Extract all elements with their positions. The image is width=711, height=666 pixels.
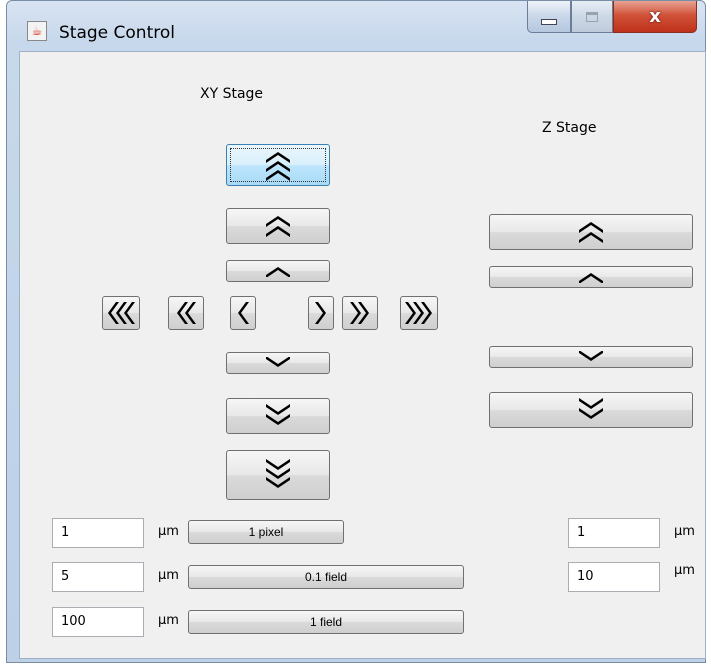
triple-chevron-down-icon [266,459,290,488]
xy-right-medium-button[interactable] [342,296,378,330]
xy-step-1-input[interactable]: 1 [52,518,144,548]
content-panel: XY Stage Z Stage 1 µm 1 pixel 5 µm 0.1 f… [19,51,706,659]
z-step-2-unit: µm [674,563,695,578]
maximize-icon [586,11,598,22]
close-icon: x [649,6,661,27]
xy-left-medium-button[interactable] [168,296,204,330]
z-step-2-input[interactable]: 10 [568,562,660,592]
z-up-small-button[interactable] [489,266,693,288]
chevron-down-icon [266,357,290,367]
xy-step-2-input[interactable]: 5 [52,562,144,592]
one-pixel-button[interactable]: 1 pixel [188,520,344,544]
z-step-1-unit: µm [674,524,695,539]
xy-down-medium-button[interactable] [226,398,330,434]
double-chevron-up-icon [266,216,290,237]
chevron-left-icon [238,302,249,324]
minimize-icon [541,18,557,25]
triple-chevron-right-icon [405,302,432,324]
xy-up-medium-button[interactable] [226,208,330,244]
z-stage-title: Z Stage [542,120,597,136]
java-icon: ☕ [27,21,47,41]
z-step-1-input[interactable]: 1 [568,518,660,548]
xy-right-large-button[interactable] [400,296,438,330]
xy-right-small-button[interactable] [308,296,334,330]
xy-up-small-button[interactable] [226,260,330,282]
z-down-large-button[interactable] [489,392,693,428]
double-chevron-left-icon [177,302,196,324]
maximize-button[interactable] [571,1,613,33]
close-button[interactable]: x [613,1,697,33]
xy-down-large-button[interactable] [226,450,330,500]
xy-step-3-input[interactable]: 100 [52,607,144,637]
xy-step-3-unit: µm [158,613,179,628]
window-title: Stage Control [59,23,175,43]
xy-left-large-button[interactable] [102,296,140,330]
title-bar[interactable]: ☕ Stage Control x [7,1,705,51]
double-chevron-down-icon [579,398,603,419]
xy-left-small-button[interactable] [230,296,256,330]
z-up-large-button[interactable] [489,214,693,250]
xy-step-1-unit: µm [158,524,179,539]
stage-control-window: ☕ Stage Control x XY Stage Z Stage 1 µm … [6,0,706,663]
chevron-up-icon [266,267,290,277]
one-field-button[interactable]: 1 field [188,610,464,634]
double-chevron-right-icon [350,302,369,324]
tenth-field-button[interactable]: 0.1 field [188,565,464,589]
chevron-right-icon [315,302,326,324]
chevron-down-icon [579,351,603,361]
xy-down-small-button[interactable] [226,352,330,374]
triple-chevron-left-icon [108,302,135,324]
triple-chevron-up-icon [266,152,290,181]
minimize-button[interactable] [527,1,571,33]
chevron-up-icon [579,273,603,283]
xy-step-2-unit: µm [158,568,179,583]
xy-up-large-button[interactable] [226,144,330,186]
xy-stage-title: XY Stage [200,86,264,102]
z-down-small-button[interactable] [489,346,693,368]
double-chevron-up-icon [579,222,603,243]
double-chevron-down-icon [266,404,290,425]
